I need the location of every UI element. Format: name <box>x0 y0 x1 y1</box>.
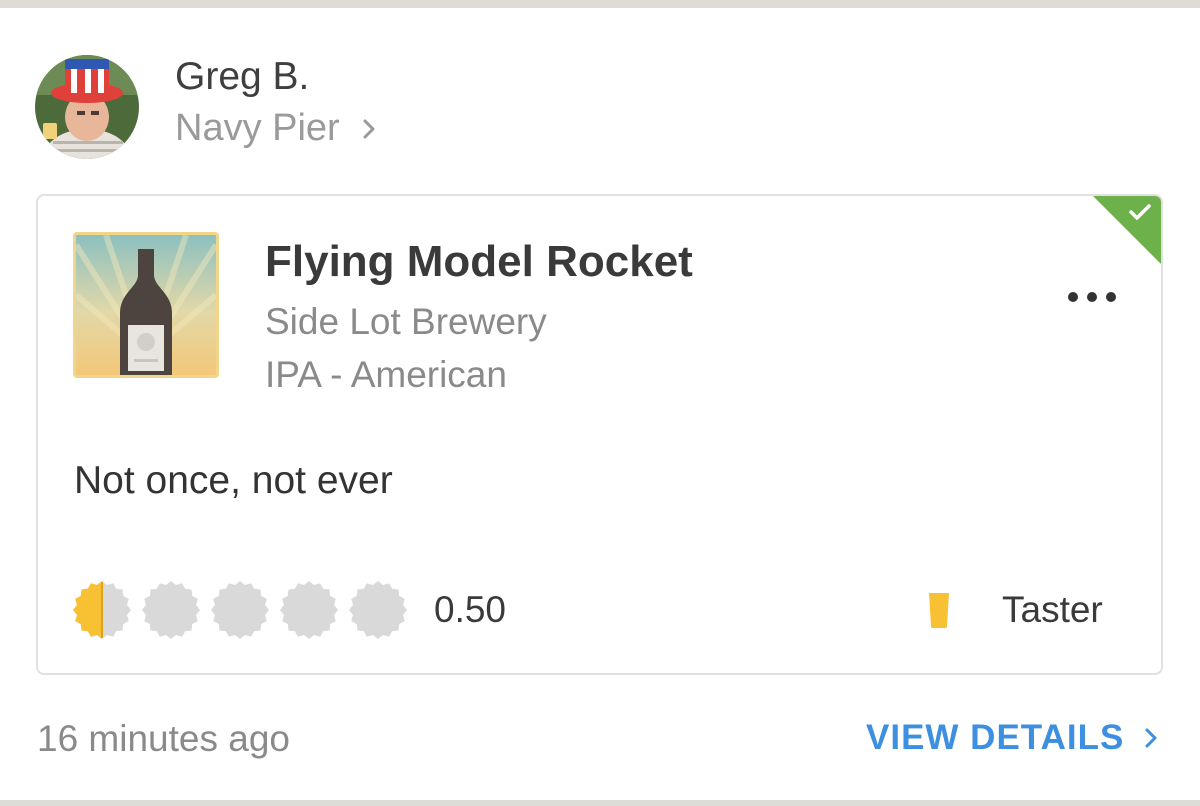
user-avatar[interactable] <box>35 55 139 159</box>
more-dots-icon <box>1068 292 1078 302</box>
beer-name[interactable]: Flying Model Rocket <box>265 236 693 288</box>
brewery-name[interactable]: Side Lot Brewery <box>265 300 547 344</box>
more-dot <box>1106 292 1116 302</box>
beer-style: IPA - American <box>265 354 507 395</box>
serving-label: Taster <box>1002 589 1103 630</box>
bottle-cap-icon <box>280 581 338 639</box>
bottle-cap-icon <box>142 581 200 639</box>
checkin-timestamp: 16 minutes ago <box>37 718 291 759</box>
view-details-link[interactable]: VIEW DETAILS <box>866 716 1158 760</box>
verified-flag <box>1093 196 1161 264</box>
checkin-card: Flying Model Rocket Side Lot Brewery IPA… <box>36 194 1163 675</box>
user-name[interactable]: Greg B. <box>175 54 309 100</box>
beer-label-image[interactable] <box>73 232 219 378</box>
chevron-right-icon <box>1144 716 1158 760</box>
bottle-cap-icon <box>211 581 269 639</box>
checkin-comment: Not once, not ever <box>74 459 393 502</box>
bottom-divider <box>0 800 1200 806</box>
venue-link[interactable]: Navy Pier <box>175 105 376 151</box>
rating-caps <box>72 580 417 640</box>
venue-name: Navy Pier <box>175 107 340 149</box>
bottle-cap-icon <box>349 581 407 639</box>
rating-score: 0.50 <box>434 589 507 630</box>
taster-glass-icon <box>929 593 949 628</box>
serving-type: Taster <box>928 588 1103 632</box>
more-dot <box>1087 292 1097 302</box>
view-details-label: VIEW DETAILS <box>866 718 1125 757</box>
top-divider <box>0 0 1200 8</box>
more-options-button[interactable] <box>1056 282 1128 312</box>
chevron-right-icon <box>362 105 376 151</box>
bottle-cap-icon <box>73 581 131 639</box>
